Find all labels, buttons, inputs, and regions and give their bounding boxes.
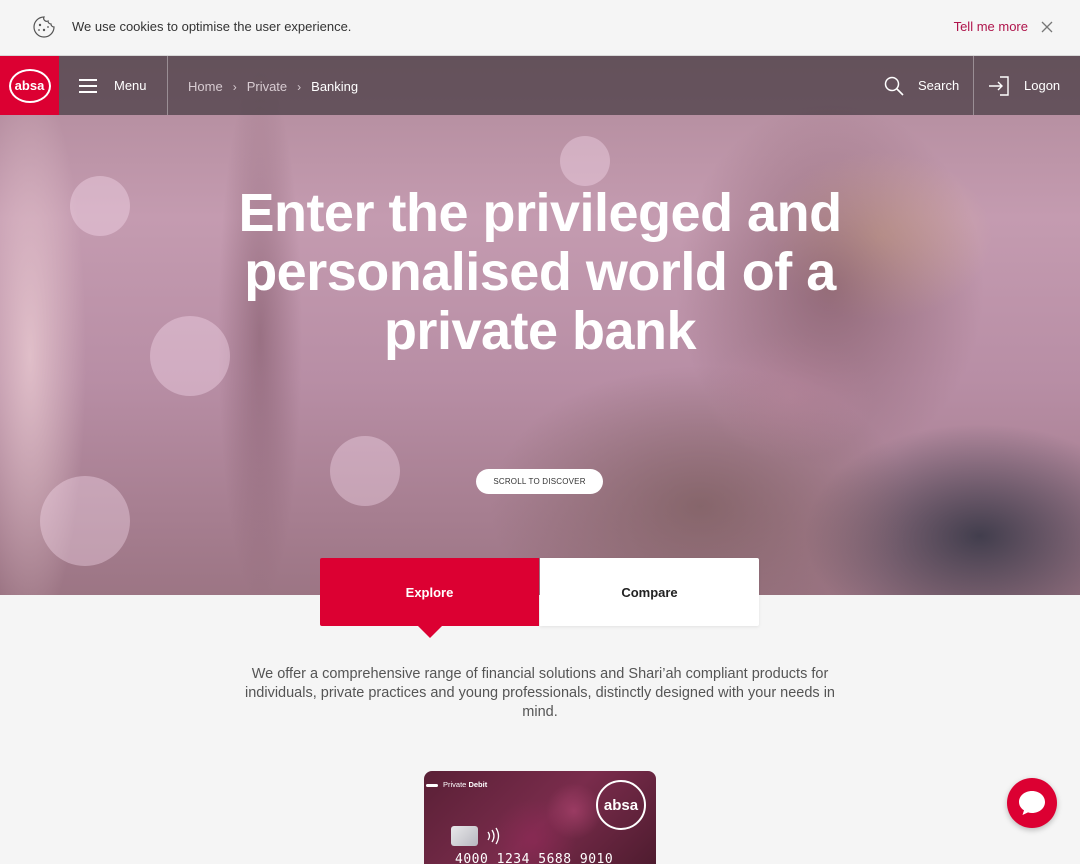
breadcrumb-home[interactable]: Home xyxy=(188,79,223,94)
chevron-right-icon: › xyxy=(232,79,237,94)
scroll-to-discover-button[interactable]: SCROLL TO DISCOVER xyxy=(476,469,603,494)
hero-banner: Enter the privileged and personalised wo… xyxy=(0,56,1080,595)
chat-bubble-icon xyxy=(1019,791,1045,815)
cookie-icon xyxy=(33,16,55,38)
active-tab-indicator xyxy=(418,626,442,638)
tell-me-more-link[interactable]: Tell me more xyxy=(954,19,1028,34)
contactless-icon xyxy=(484,827,502,848)
logon-icon xyxy=(989,75,1009,96)
nav-divider xyxy=(167,56,168,115)
card-number: 4000 1234 5688 9010 xyxy=(455,852,614,864)
hamburger-icon xyxy=(79,78,97,93)
menu-label: Menu xyxy=(114,78,147,93)
hero-title-line: private bank xyxy=(383,301,697,361)
card-absa-logo: absa xyxy=(596,780,646,830)
logon-button[interactable]: Logon xyxy=(988,56,1060,115)
card-type: Private Debit xyxy=(443,780,487,789)
card-chip-icon xyxy=(451,826,478,846)
tab-compare[interactable]: Compare xyxy=(540,558,759,626)
cookie-message: We use cookies to optimise the user expe… xyxy=(72,19,352,34)
breadcrumb: Home › Private › Banking xyxy=(188,79,358,94)
hero-title-line: personalised world of a xyxy=(244,242,836,302)
search-label: Search xyxy=(918,78,960,93)
hero-bokeh xyxy=(40,476,130,566)
search-button[interactable]: Search xyxy=(884,56,959,115)
search-icon xyxy=(884,76,904,96)
hero-title: Enter the privileged and personalised wo… xyxy=(0,184,1080,361)
private-debit-card-image: Private Debit absa 4000 1234 5688 9010 xyxy=(424,771,656,864)
hero-bokeh xyxy=(560,136,610,186)
hero-bokeh xyxy=(330,436,400,506)
menu-button[interactable]: Menu xyxy=(79,56,147,115)
logon-label: Logon xyxy=(1024,78,1061,93)
chevron-right-icon: › xyxy=(297,79,302,94)
absa-logo[interactable]: absa xyxy=(0,56,59,115)
logo-text: absa xyxy=(8,68,51,103)
nav-divider xyxy=(973,56,974,115)
hero-title-line: Enter the privileged and xyxy=(238,183,842,243)
close-icon[interactable] xyxy=(1040,20,1054,34)
intro-text: We offer a comprehensive range of financ… xyxy=(245,666,835,720)
card-accent-bar xyxy=(426,784,438,787)
card-type-bold: Debit xyxy=(468,780,488,789)
chat-button[interactable] xyxy=(1007,778,1057,828)
card-type-prefix: Private xyxy=(443,780,467,789)
top-navigation: absa Menu Home › Private › Banking Searc… xyxy=(0,56,1080,115)
breadcrumb-banking: Banking xyxy=(311,79,359,94)
cookie-banner: We use cookies to optimise the user expe… xyxy=(0,0,1080,56)
tab-explore[interactable]: Explore xyxy=(320,558,539,626)
breadcrumb-private[interactable]: Private xyxy=(247,79,287,94)
